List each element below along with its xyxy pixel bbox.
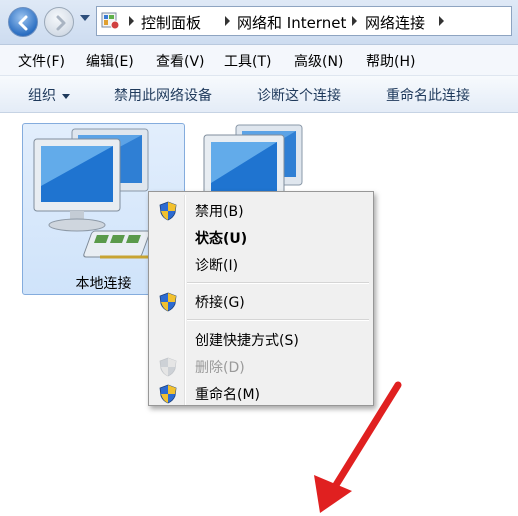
breadcrumb-network-connections[interactable]: 网络连接 — [365, 12, 425, 33]
menu-separator — [187, 282, 369, 284]
breadcrumb-separator-icon[interactable] — [439, 16, 444, 26]
command-bar: 组织 禁用此网络设备 诊断这个连接 重命名此连接 — [0, 76, 518, 113]
menu-item-delete[interactable]: 删除(D) — [151, 353, 371, 381]
breadcrumb-separator-icon[interactable] — [129, 16, 134, 26]
menu-item-label: 桥接(G) — [195, 295, 245, 311]
control-panel-icon — [101, 12, 120, 30]
menu-view[interactable]: 查看(V) — [156, 51, 205, 71]
uac-shield-icon — [159, 357, 177, 377]
context-menu: 禁用(B) 状态(U) 诊断(I) 桥接(G) 创建快捷方式(S) 删除(D) — [148, 191, 374, 406]
back-button[interactable] — [8, 7, 38, 37]
disable-device-button[interactable]: 禁用此网络设备 — [114, 85, 212, 105]
rename-connection-button[interactable]: 重命名此连接 — [386, 85, 470, 105]
organize-label: 组织 — [28, 88, 56, 104]
address-bar-area: 控制面板 网络和 Internet 网络连接 — [0, 0, 518, 45]
uac-shield-icon — [159, 384, 177, 404]
menu-item-create-shortcut[interactable]: 创建快捷方式(S) — [151, 326, 371, 354]
menu-separator — [187, 319, 369, 321]
menu-item-bridge[interactable]: 桥接(G) — [151, 288, 371, 316]
menu-file[interactable]: 文件(F) — [18, 51, 65, 71]
forward-button[interactable] — [44, 7, 74, 37]
breadcrumb-control-panel[interactable]: 控制面板 — [141, 12, 201, 33]
menu-item-disable[interactable]: 禁用(B) — [151, 197, 371, 225]
menu-advanced[interactable]: 高级(N) — [294, 51, 343, 71]
menu-edit[interactable]: 编辑(E) — [86, 51, 134, 71]
menu-tools[interactable]: 工具(T) — [224, 51, 271, 71]
menu-item-label: 状态(U) — [195, 231, 248, 247]
uac-shield-icon — [159, 201, 177, 221]
chevron-down-icon — [62, 93, 70, 99]
arrow-right-icon — [56, 15, 66, 31]
uac-shield-icon — [159, 292, 177, 312]
recent-pages-dropdown[interactable] — [80, 15, 90, 21]
menu-item-label: 删除(D) — [195, 360, 245, 376]
address-box[interactable]: 控制面板 网络和 Internet 网络连接 — [96, 6, 512, 36]
menu-item-diagnose[interactable]: 诊断(I) — [151, 251, 371, 279]
diagnose-connection-button[interactable]: 诊断这个连接 — [257, 85, 341, 105]
menu-item-label: 诊断(I) — [195, 258, 239, 274]
menu-item-label: 禁用(B) — [195, 204, 244, 220]
menu-help[interactable]: 帮助(H) — [366, 51, 415, 71]
breadcrumb-separator-icon[interactable] — [225, 16, 230, 26]
menu-item-label: 创建快捷方式(S) — [195, 333, 299, 349]
arrow-left-icon — [18, 15, 28, 31]
menu-bar: 文件(F) 编辑(E) 查看(V) 工具(T) 高级(N) 帮助(H) — [0, 45, 518, 76]
menu-item-label: 重命名(M) — [195, 387, 261, 403]
breadcrumb-separator-icon[interactable] — [352, 16, 357, 26]
organize-button[interactable]: 组织 — [28, 85, 70, 105]
menu-item-status[interactable]: 状态(U) — [151, 224, 371, 252]
menu-item-rename[interactable]: 重命名(M) — [151, 380, 371, 408]
breadcrumb-network-internet[interactable]: 网络和 Internet — [237, 12, 346, 33]
